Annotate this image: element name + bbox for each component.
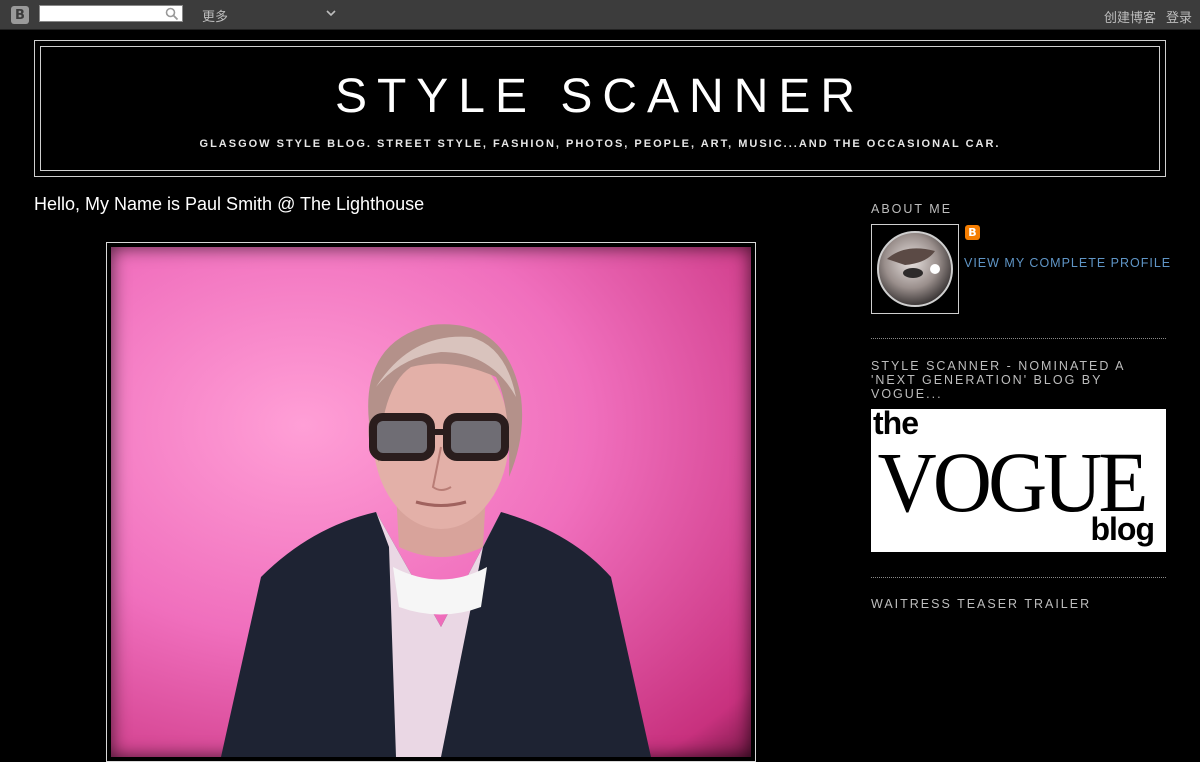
search-input[interactable]: [39, 5, 183, 22]
vogue-blog-badge[interactable]: the VOGUE blog: [871, 409, 1166, 552]
vogue-logo-blog: blog: [1090, 511, 1155, 547]
blog-header: STYLE SCANNER GLASGOW STYLE BLOG. STREET…: [34, 40, 1166, 177]
blogger-logo-icon[interactable]: B: [11, 6, 29, 24]
blogger-navbar: B 更多 创建博客 登录: [0, 0, 1200, 30]
waitress-trailer-heading: WAITRESS TEASER TRAILER: [871, 597, 1092, 611]
portrait-illustration: [221, 324, 651, 757]
about-me-heading: ABOUT ME: [871, 202, 953, 216]
create-blog-link[interactable]: 创建博客: [1104, 10, 1156, 25]
post-photo-frame: [106, 242, 756, 762]
view-complete-profile-link[interactable]: VIEW MY COMPLETE PROFILE: [964, 256, 1171, 270]
navbar-right-links: 创建博客 登录: [1094, 7, 1192, 26]
blogger-profile-icon[interactable]: B: [965, 225, 980, 240]
login-link[interactable]: 登录: [1166, 10, 1192, 25]
search-icon[interactable]: [165, 7, 179, 21]
chevron-down-icon[interactable]: [325, 7, 337, 19]
blog-header-inner: STYLE SCANNER GLASGOW STYLE BLOG. STREET…: [40, 46, 1160, 171]
vogue-nomination-heading: STYLE SCANNER - NOMINATED A 'NEXT GENERA…: [871, 359, 1125, 401]
profile-avatar[interactable]: [871, 224, 959, 314]
sidebar-divider: [871, 338, 1166, 339]
avatar-image: [877, 231, 953, 307]
blog-description: GLASGOW STYLE BLOG. STREET STYLE, FASHIO…: [199, 138, 1001, 150]
sidebar-divider: [871, 577, 1166, 578]
more-menu-label[interactable]: 更多: [202, 6, 228, 25]
blog-title[interactable]: STYLE SCANNER: [41, 69, 1159, 124]
post-photo[interactable]: [111, 247, 751, 757]
post-title[interactable]: Hello, My Name is Paul Smith @ The Light…: [34, 194, 424, 215]
